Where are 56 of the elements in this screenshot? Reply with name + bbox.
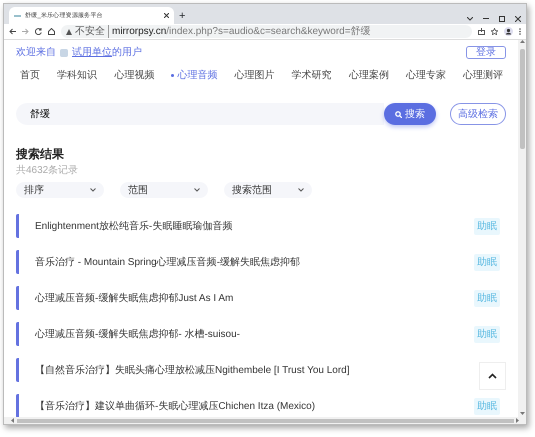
chevron-down-icon[interactable]: [467, 16, 473, 20]
advanced-search-button[interactable]: 高级检索: [450, 103, 506, 125]
nav-link[interactable]: 心理测评: [463, 68, 503, 83]
results-title: 搜索结果: [16, 146, 65, 163]
favicon-icon: [14, 14, 21, 18]
result-item[interactable]: 【自然音乐治疗】失眠头痛心理放松减压Ngithembele [I Trust You Lord]: [16, 358, 468, 382]
scroll-down-icon[interactable]: [520, 412, 524, 414]
new-tab-button[interactable]: +: [179, 10, 186, 22]
result-item[interactable]: 心理减压音频-缓解失眠焦虑抑郁Just As I Am 助眠: [16, 286, 506, 310]
filter-dropdown[interactable]: 搜索范围: [224, 182, 312, 198]
chevron-down-icon: [90, 188, 96, 192]
result-item[interactable]: Enlightenment放松纯音乐-失眠睡眠瑜伽音频 助眠: [16, 214, 506, 238]
home-icon[interactable]: [48, 28, 55, 35]
result-item[interactable]: 音乐治疗 - Mountain Spring心理减压音频-缓解失眠焦虑抑郁 助眠: [16, 250, 506, 274]
nav-link[interactable]: 心理音频: [171, 68, 218, 83]
profile-icon[interactable]: [504, 27, 513, 36]
tag-label: 助眠: [474, 326, 500, 342]
star-icon[interactable]: [491, 28, 498, 35]
back-to-top-button[interactable]: [479, 362, 506, 390]
chevron-down-icon: [194, 188, 200, 192]
nav-link[interactable]: 首页: [20, 68, 40, 83]
nav-link[interactable]: 心理专家: [406, 68, 446, 83]
chevron-up-icon: [488, 373, 497, 379]
scroll-right-icon[interactable]: [516, 418, 519, 423]
reload-icon[interactable]: [35, 28, 42, 35]
user-org-text: 试用单位的用户: [72, 46, 142, 60]
close-icon[interactable]: [164, 13, 169, 18]
scrollbar-thumb[interactable]: [16, 418, 514, 422]
tag-label: 助眠: [474, 254, 500, 270]
back-icon[interactable]: [9, 28, 16, 35]
nav-link[interactable]: 心理视频: [114, 68, 154, 83]
welcome-text: 欢迎来自: [16, 46, 56, 60]
address-bar[interactable]: 不安全 mirrorpsy.cn/index.php?s=audio&c=search&keyword=舒缓: [61, 25, 472, 38]
tag-label: 助眠: [474, 290, 500, 306]
nav-link[interactable]: 心理案例: [348, 68, 389, 83]
search-button[interactable]: 搜索: [384, 103, 436, 125]
warning-icon: [66, 28, 72, 34]
filter-dropdown[interactable]: 范围: [120, 182, 208, 198]
search-field[interactable]: 舒缓: [16, 103, 384, 125]
tag-label: 助眠: [474, 398, 500, 414]
maximize-icon[interactable]: [499, 16, 505, 22]
tag-label: 助眠: [474, 218, 500, 234]
result-item[interactable]: 心理减压音频-缓解失眠焦虑抑郁- 水槽-suisou- 助眠: [16, 322, 506, 346]
filter-dropdown[interactable]: 排序: [16, 182, 104, 198]
share-icon[interactable]: [478, 28, 485, 35]
login-button[interactable]: 登录: [466, 46, 506, 59]
results-count: 共4632条记录: [16, 164, 80, 178]
org-link[interactable]: 试用单位: [72, 47, 112, 58]
search-icon: [395, 110, 402, 118]
scroll-left-icon[interactable]: [11, 418, 14, 423]
nav-link[interactable]: 心理图片: [234, 68, 274, 83]
nav-link[interactable]: 学术研究: [292, 68, 332, 83]
chevron-down-icon: [298, 188, 304, 192]
close-icon[interactable]: [515, 16, 521, 22]
scrollbar-thumb[interactable]: [520, 49, 524, 149]
nav-link[interactable]: 学科知识: [57, 68, 98, 83]
